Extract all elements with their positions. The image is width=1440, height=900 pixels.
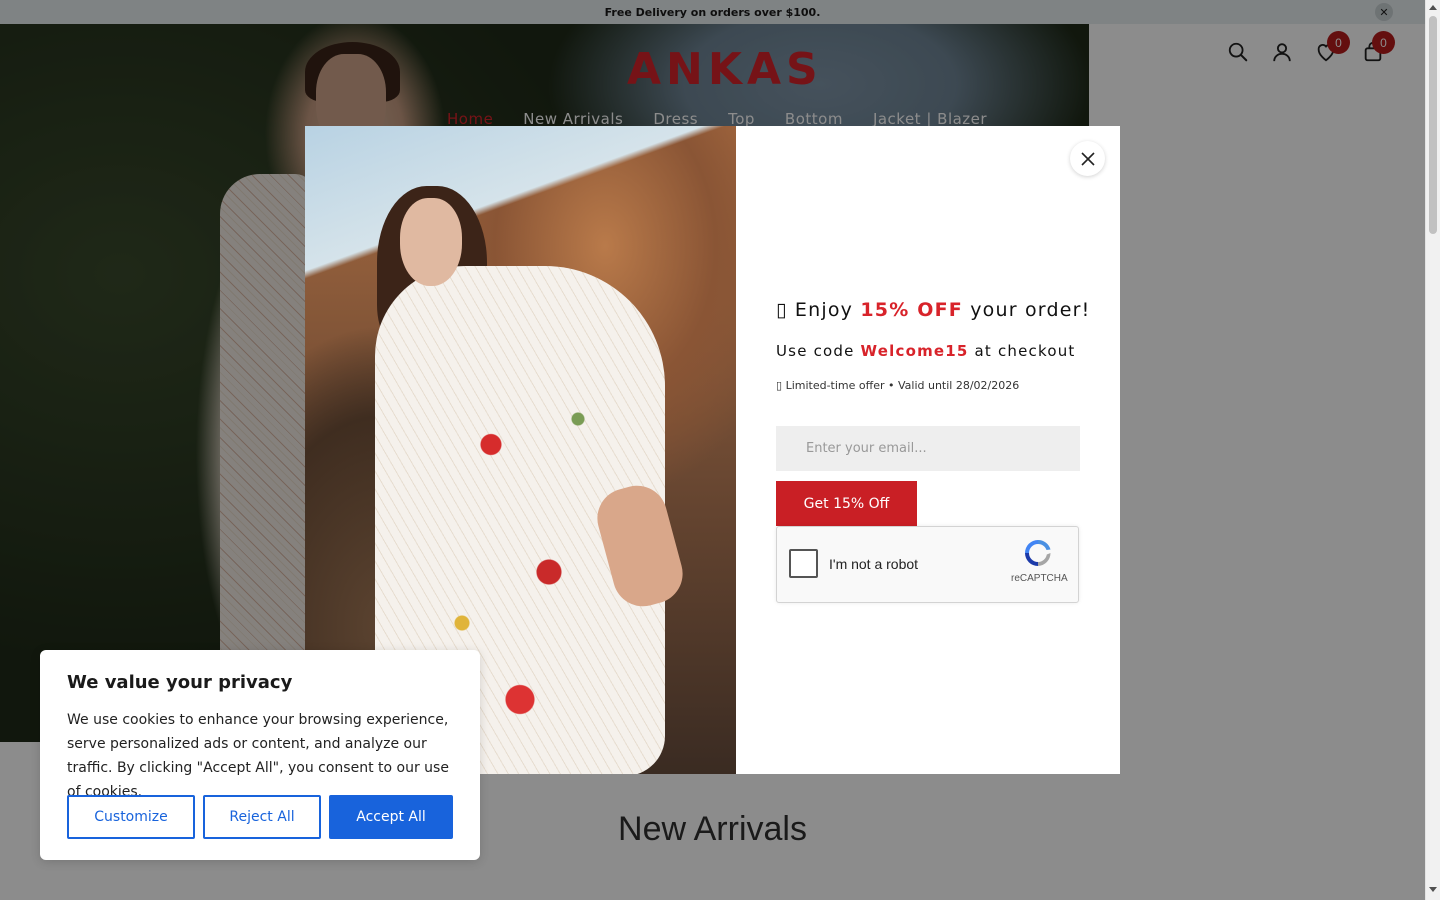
promo-validity: ▯ Limited-time offer • Valid until 28/02… [776,379,1019,392]
hero-model-dress [220,174,315,694]
cookie-description: We use cookies to enhance your browsing … [67,712,449,800]
recaptcha-logo-icon [1025,540,1051,566]
recaptcha-widget: I'm not a robot reCAPTCHA [776,526,1079,603]
page-scrollbar[interactable] [1425,0,1440,900]
wishlist-count-badge: 0 [1327,31,1350,54]
gift-icon: ▯ [776,299,788,321]
email-field[interactable] [776,426,1080,471]
promo-headline-suffix: your order! [970,299,1091,321]
clock-icon: ▯ [776,379,783,392]
scroll-up-arrow-icon[interactable] [1429,5,1437,10]
cart-count-badge: 0 [1372,31,1395,54]
scroll-down-arrow-icon[interactable] [1429,887,1437,892]
announcement-bar: Free Delivery on orders over $100. ✕ [0,0,1425,24]
promo-headline-prefix: Enjoy [794,299,854,321]
account-icon[interactable] [1269,39,1295,65]
announcement-close-button[interactable]: ✕ [1375,3,1393,21]
promo-code-line: Use code Welcome15 at checkout [776,342,1076,360]
promo-discount: 15% OFF [860,299,963,321]
cookie-consent-banner: We value your privacy We use cookies to … [40,650,480,860]
close-icon [1080,151,1095,166]
promo-code-prefix: Use code [776,342,855,360]
cookie-reject-all-button[interactable]: Reject All [203,795,321,839]
recaptcha-brand: reCAPTCHA [1011,573,1068,584]
announcement-text: Free Delivery on orders over $100. [604,5,821,19]
promo-code-suffix: at checkout [974,342,1076,360]
scrollbar-thumb[interactable] [1429,16,1437,234]
popup-model-face [400,198,462,286]
cookie-title: We value your privacy [67,672,293,693]
site-logo[interactable]: ANKAS [627,44,823,95]
recaptcha-label: I'm not a robot [829,556,919,572]
promo-validity-text: Limited-time offer • Valid until 28/02/2… [785,379,1020,392]
cookie-accept-all-button[interactable]: Accept All [329,795,453,839]
recaptcha-checkbox[interactable] [789,549,818,578]
cookie-customize-button[interactable]: Customize [67,795,195,839]
search-icon[interactable] [1225,39,1251,65]
popup-close-button[interactable] [1070,141,1105,176]
promo-code: Welcome15 [860,342,969,360]
promo-headline: ▯ Enjoy 15% OFF your order! [776,299,1090,321]
get-discount-button[interactable]: Get 15% Off [776,481,917,526]
popup-content: ▯ Enjoy 15% OFF your order! Use code Wel… [736,126,1120,774]
